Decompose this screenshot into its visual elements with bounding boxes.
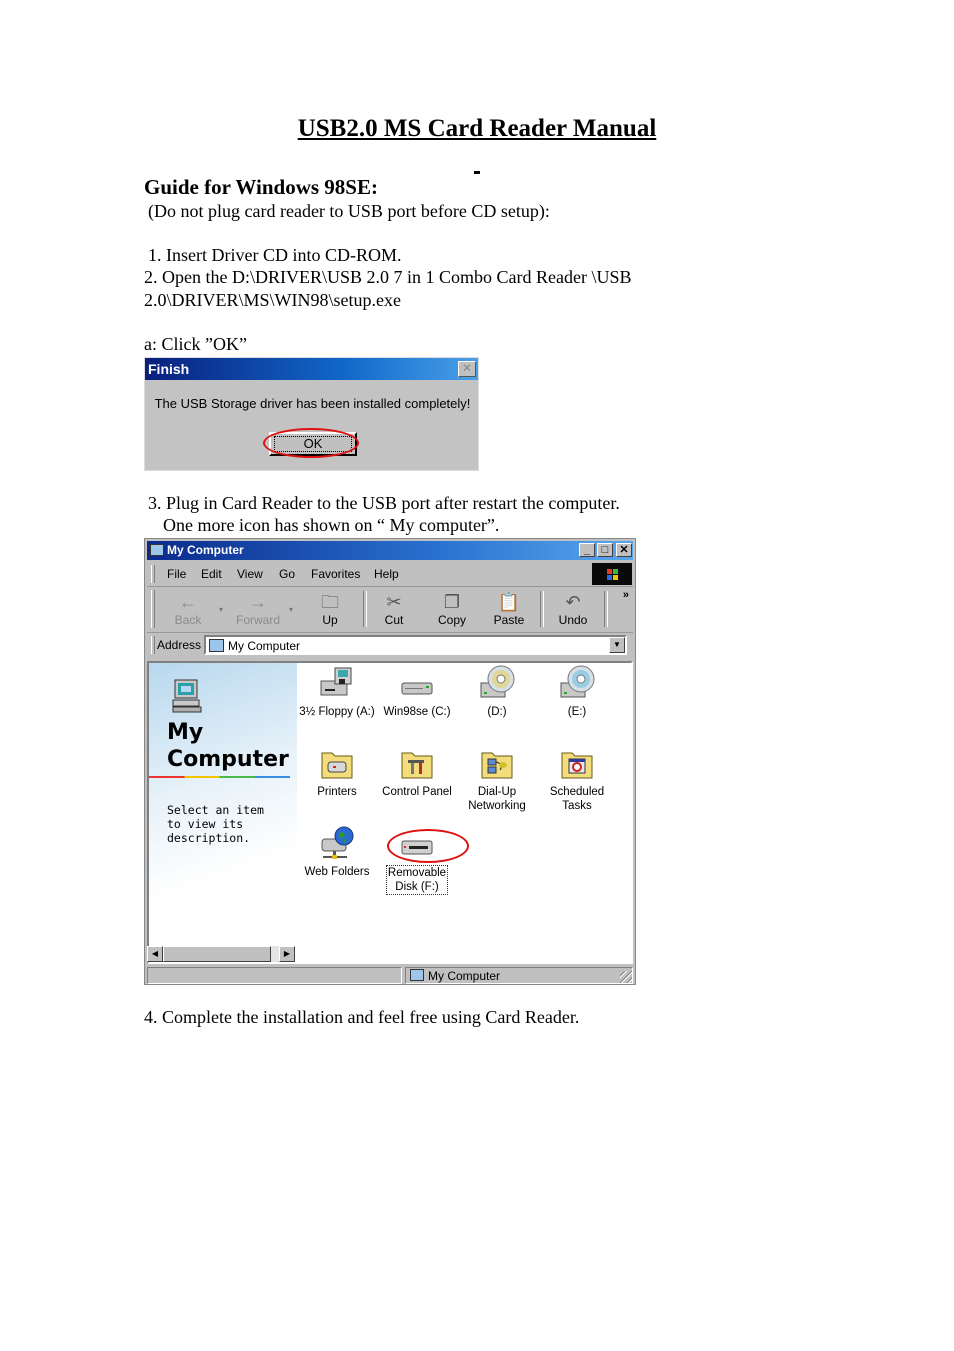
address-input[interactable]: My Computer ▼ — [204, 635, 627, 655]
menu-go[interactable]: Go — [279, 567, 295, 581]
forward-arrow-icon: → — [249, 592, 267, 612]
paste-icon: 📋 — [497, 592, 521, 612]
toolbar-grip[interactable] — [151, 590, 155, 628]
standard-toolbar: ← Back ▾ → Forward ▾ 🗀 Up ✂ Cut ❐ Copy 📋… — [147, 587, 633, 633]
maximize-button[interactable]: □ — [597, 543, 613, 557]
copy-button[interactable]: ❐ Copy — [427, 591, 477, 627]
dialog-titlebar: Finish ✕ — [145, 358, 478, 380]
my-computer-icon — [410, 969, 424, 981]
scheduled-tasks-folder-icon — [561, 752, 593, 779]
step-1: 1. Insert Driver CD into CD-ROM. — [148, 245, 402, 265]
floppy-drive-icon — [320, 667, 352, 696]
cd-drive-icon — [480, 665, 515, 698]
my-computer-icon — [209, 639, 224, 652]
status-pane-zone: My Computer — [405, 967, 633, 984]
address-bar: Address My Computer ▼ — [147, 633, 633, 657]
menu-help[interactable]: Help — [374, 567, 399, 581]
window-title: My Computer — [167, 543, 244, 557]
status-bar: My Computer — [147, 967, 633, 984]
menu-view[interactable]: View — [237, 567, 263, 581]
my-computer-large-icon — [172, 679, 202, 713]
step-3-line1: 3. Plug in Card Reader to the USB port a… — [148, 493, 620, 513]
step-2-line2: 2.0\DRIVER\MS\WIN98\setup.exe — [144, 290, 401, 310]
close-button[interactable]: ✕ — [616, 543, 632, 557]
item-drive-c[interactable]: Win98se (C:) — [377, 665, 457, 719]
item-dialup[interactable]: Dial-Up Networking — [457, 745, 537, 813]
address-label: Address — [157, 638, 202, 652]
back-dropdown-icon[interactable]: ▾ — [219, 605, 223, 614]
back-arrow-icon: ← — [179, 592, 197, 612]
scroll-thumb[interactable] — [163, 946, 271, 962]
my-computer-window: My Computer _ □ ✕ File Edit View Go Favo… — [144, 538, 636, 985]
item-scheduled-tasks[interactable]: Scheduled Tasks — [537, 745, 617, 813]
scroll-left-icon[interactable]: ◀ — [147, 946, 163, 962]
toolbar-separator — [604, 591, 608, 627]
scissors-icon: ✂ — [386, 592, 402, 612]
step-4: 4. Complete the installation and feel fr… — [144, 1007, 580, 1027]
menu-edit[interactable]: Edit — [201, 567, 222, 581]
scroll-right-icon[interactable]: ▶ — [279, 946, 295, 962]
horizontal-scrollbar[interactable]: ◀ ▶ — [147, 946, 295, 962]
finish-dialog: Finish ✕ The USB Storage driver has been… — [144, 357, 479, 471]
document-title: USB2.0 MS Card Reader Manual — [297, 115, 657, 142]
up-folder-icon: 🗀 — [321, 592, 339, 612]
copy-icon: ❐ — [443, 592, 461, 612]
menu-favorites[interactable]: Favorites — [311, 567, 360, 581]
step-2-line1: 2. Open the D:\DRIVER\USB 2.0 7 in 1 Com… — [144, 267, 632, 287]
windows-logo-icon — [592, 563, 632, 585]
window-titlebar: My Computer _ □ ✕ — [147, 541, 633, 560]
toolbar-more-chevron-icon[interactable]: » — [623, 589, 629, 601]
back-button[interactable]: ← Back — [163, 591, 213, 627]
resize-grip[interactable] — [620, 971, 632, 983]
step-2a: a: Click ”OK” — [144, 334, 247, 354]
item-printers[interactable]: Printers — [297, 745, 377, 799]
forward-dropdown-icon[interactable]: ▾ — [289, 605, 293, 614]
undo-icon: ↶ — [565, 592, 581, 612]
highlight-ellipse — [387, 829, 469, 863]
item-drive-e[interactable]: (E:) — [537, 665, 617, 719]
minimize-button[interactable]: _ — [579, 543, 595, 557]
web-folders-icon — [321, 826, 354, 859]
status-text: My Computer — [428, 969, 501, 983]
status-pane-left — [147, 967, 402, 984]
sidebar-description: Select an item to view its description. — [167, 803, 264, 845]
step-3-line2: One more icon has shown on “ My computer… — [163, 515, 500, 535]
control-panel-folder-icon — [401, 752, 433, 779]
webview-sidebar: My Computer Select an item to view its de… — [149, 663, 297, 953]
menu-file[interactable]: File — [167, 567, 186, 581]
cut-button[interactable]: ✂ Cut — [369, 591, 419, 627]
forward-button[interactable]: → Forward — [233, 591, 283, 627]
item-control-panel[interactable]: Control Panel — [377, 745, 457, 799]
sidebar-color-rule — [149, 776, 290, 778]
address-value: My Computer — [228, 639, 301, 653]
folder-view: My Computer Select an item to view its de… — [147, 661, 633, 964]
undo-button[interactable]: ↶ Undo — [548, 591, 598, 627]
item-floppy[interactable]: 3½ Floppy (A:) — [297, 665, 377, 719]
dialog-title: Finish — [148, 361, 190, 377]
address-dropdown-icon[interactable]: ▼ — [609, 637, 625, 653]
dialup-folder-icon — [481, 752, 513, 779]
menu-bar: File Edit View Go Favorites Help — [147, 562, 633, 587]
toolbar-separator — [363, 591, 367, 627]
dialog-message: The USB Storage driver has been installe… — [154, 396, 471, 411]
toolbar-separator — [540, 591, 544, 627]
cd-drive-icon — [560, 665, 595, 698]
removable-disk-label: Removable Disk (F:) — [386, 865, 448, 895]
setup-note: (Do not plug card reader to USB port bef… — [148, 201, 550, 221]
up-button[interactable]: 🗀 Up — [305, 591, 355, 627]
address-grip[interactable] — [151, 636, 155, 654]
section-heading: Guide for Windows 98SE: — [144, 175, 378, 199]
paste-button[interactable]: 📋 Paste — [484, 591, 534, 627]
item-drive-d[interactable]: (D:) — [457, 665, 537, 719]
close-icon[interactable]: ✕ — [458, 361, 476, 377]
hard-drive-icon — [401, 682, 433, 695]
item-web-folders[interactable]: Web Folders — [297, 825, 377, 879]
menubar-grip[interactable] — [151, 565, 155, 583]
printers-folder-icon — [321, 752, 353, 779]
my-computer-icon — [150, 544, 164, 556]
decorative-dash — [474, 171, 480, 174]
sidebar-heading: My Computer — [167, 720, 289, 772]
highlight-ellipse — [263, 428, 359, 458]
